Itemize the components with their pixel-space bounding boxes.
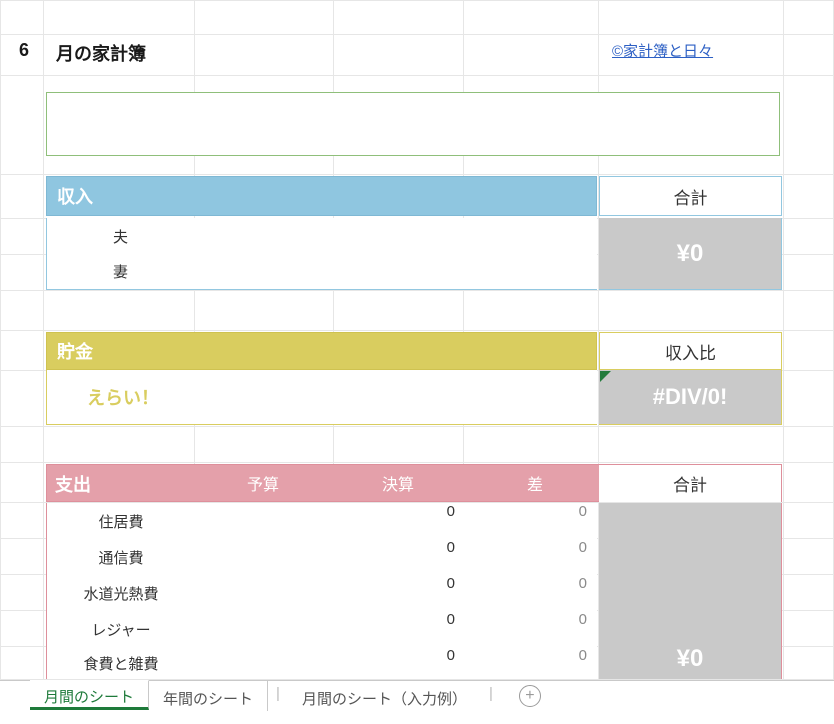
savings-praise[interactable]: えらい！ (46, 370, 597, 425)
tab-separator: | (481, 681, 501, 702)
expense-category: 住居費 (47, 503, 195, 539)
note-banner[interactable] (46, 92, 780, 156)
credit-link[interactable]: ©家計簿と日々 (604, 40, 721, 61)
expense-category: レジャー (47, 611, 195, 647)
income-total-label: 合計 (599, 176, 782, 216)
page-title: 月の家計簿 (48, 40, 154, 66)
sheet-tab-yearly[interactable]: 年間のシート (149, 681, 268, 711)
sheet-tab-bar: 月間のシート 年間のシート | 月間のシート（入力例） | + (0, 680, 834, 724)
expense-diff: 0 (465, 503, 597, 520)
expense-diff: 0 (465, 611, 597, 628)
error-indicator-icon[interactable] (600, 371, 611, 382)
add-sheet-button[interactable]: + (519, 685, 541, 707)
expense-col-budget: 予算 (247, 471, 279, 495)
tab-separator: | (268, 681, 288, 702)
expense-total-value: ¥0 (599, 645, 781, 673)
expense-actual[interactable]: 0 (337, 575, 465, 592)
sheet-tab-example[interactable]: 月間のシート（入力例） (288, 681, 481, 711)
income-row-wife[interactable]: 妻 (46, 254, 194, 290)
expense-actual[interactable]: 0 (337, 539, 465, 556)
expense-col-actual: 決算 (382, 471, 414, 495)
expense-heading: 支出 (55, 471, 91, 497)
expense-diff: 0 (465, 647, 597, 664)
expense-row[interactable]: 食費と雑費 0 0 (46, 647, 597, 679)
expense-row[interactable]: 水道光熱費 0 0 (46, 575, 597, 611)
savings-heading: 貯金 (46, 332, 597, 370)
income-total-value: ¥0 (599, 218, 782, 290)
month-number[interactable]: 6 (11, 40, 37, 61)
spreadsheet-grid[interactable]: 6 月の家計簿 ©家計簿と日々 収入 合計 夫 妻 ¥0 貯金 収入比 えらい！… (0, 0, 834, 680)
expense-actual[interactable]: 0 (337, 503, 465, 520)
expense-category: 通信費 (47, 539, 195, 575)
income-row-wife-cells[interactable] (194, 254, 597, 290)
income-row-husband[interactable]: 夫 (46, 218, 194, 254)
expense-row[interactable]: 住居費 0 0 (46, 503, 597, 539)
sheet-tab-monthly[interactable]: 月間のシート (30, 680, 149, 710)
expense-actual[interactable]: 0 (337, 647, 465, 664)
expense-actual[interactable]: 0 (337, 611, 465, 628)
expense-diff: 0 (465, 575, 597, 592)
savings-ratio-value: #DIV/0! (599, 370, 782, 425)
expense-col-diff: 差 (527, 471, 543, 495)
plus-icon: + (525, 688, 534, 704)
expense-row[interactable]: レジャー 0 0 (46, 611, 597, 647)
income-heading: 収入 (46, 176, 597, 216)
expense-total-label: 合計 (599, 464, 782, 502)
expense-category: 水道光熱費 (47, 575, 195, 611)
expense-diff: 0 (465, 539, 597, 556)
savings-ratio-label: 収入比 (599, 332, 782, 370)
income-row-husband-cells[interactable] (194, 218, 597, 254)
expense-total-box: ¥0 (599, 503, 782, 679)
expense-category: 食費と雑費 (47, 647, 195, 679)
expense-row[interactable]: 通信費 0 0 (46, 539, 597, 575)
